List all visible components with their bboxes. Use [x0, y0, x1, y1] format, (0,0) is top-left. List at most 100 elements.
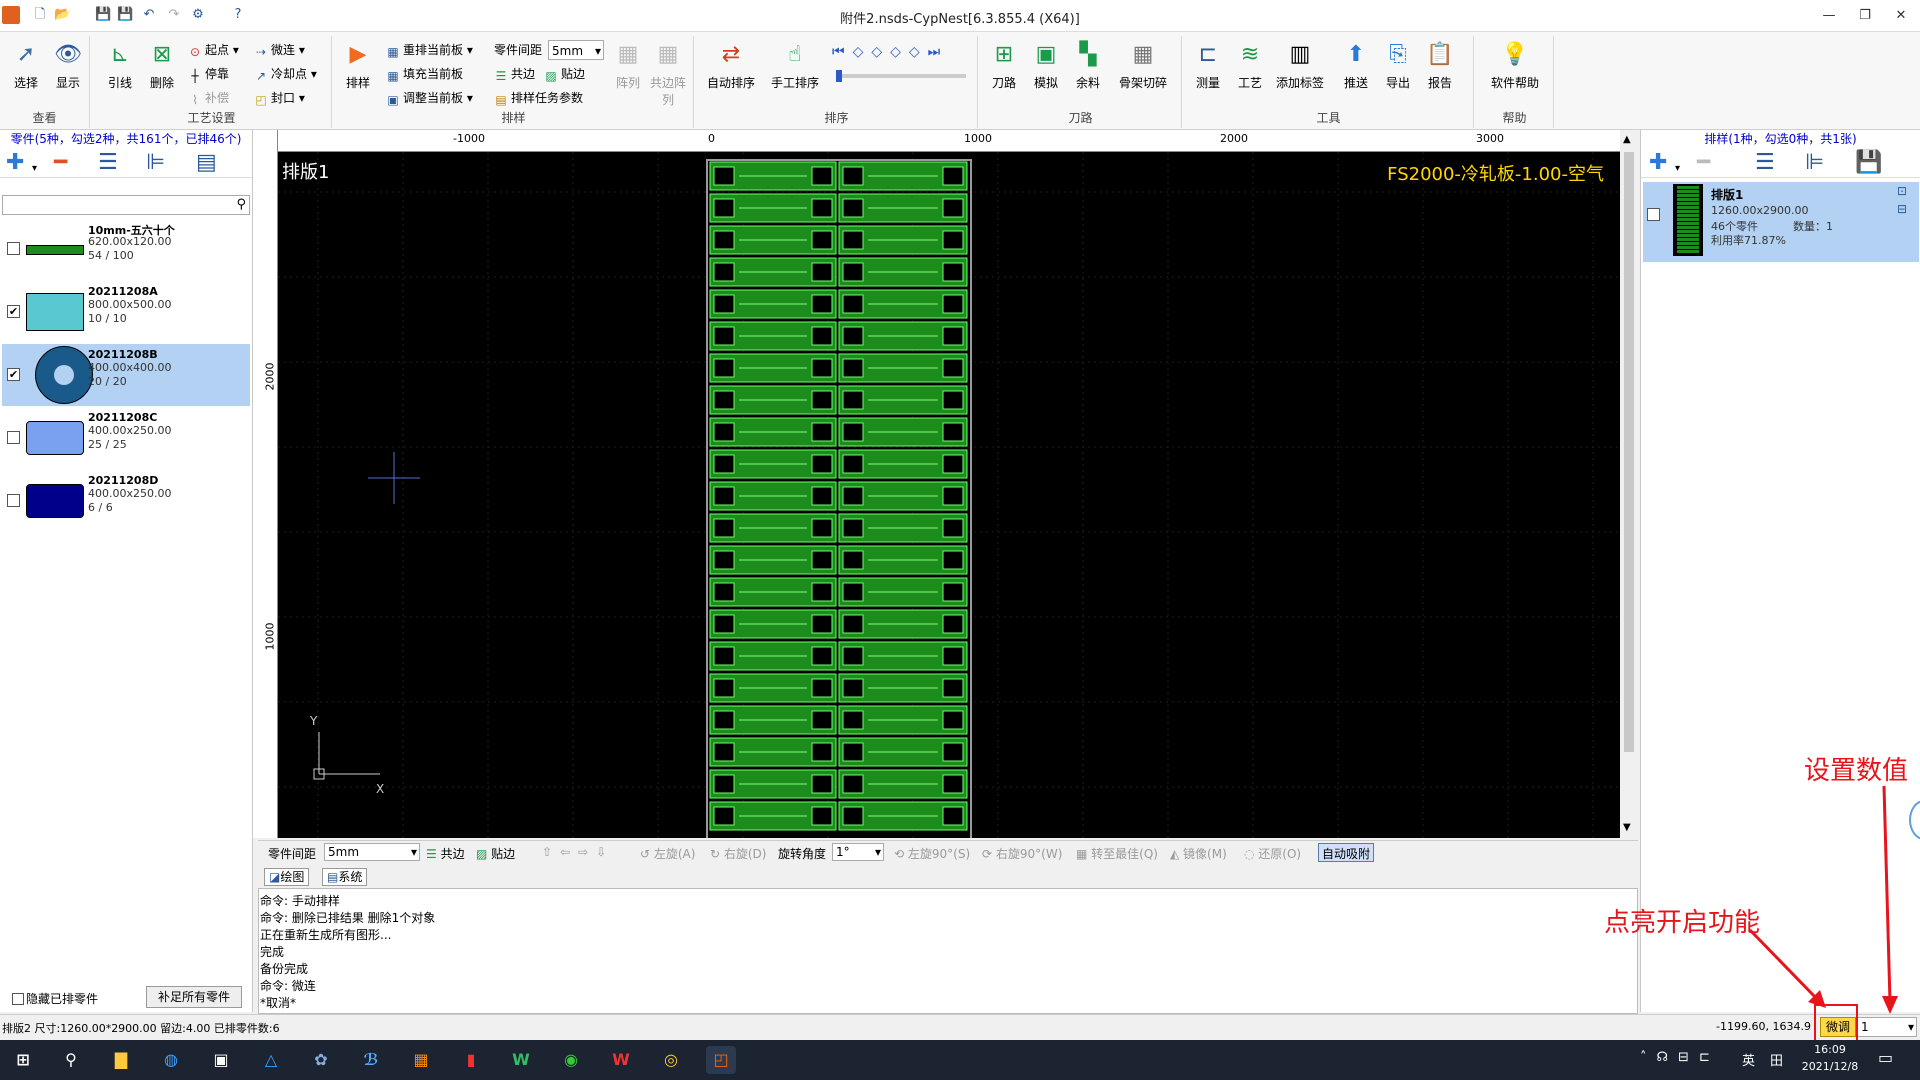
seal-button[interactable]: ◰ 封口 ▾ — [254, 88, 305, 108]
tab-draw[interactable]: ◪绘图 — [264, 868, 310, 886]
side-expand-handle[interactable] — [1909, 800, 1920, 840]
auto-sort-button[interactable]: ⇄ 自动排序 — [700, 40, 762, 91]
knife-path-button[interactable]: ⊞ 刀路 — [980, 40, 1028, 91]
move-arrows[interactable]: ⇧⇦⇨⇩ — [542, 845, 614, 859]
report-button[interactable]: 📋 报告 — [1416, 40, 1464, 91]
table-icon[interactable]: ▤ — [196, 152, 217, 174]
restore-button[interactable]: ❐ — [1845, 4, 1885, 28]
parts-search-input[interactable]: ⚲ — [2, 195, 250, 215]
chrome-icon[interactable]: ◎ — [656, 1046, 686, 1074]
tab-system[interactable]: ▤系统 — [322, 868, 368, 886]
sheet-item[interactable]: 排版1 1260.00x2900.00 46个零件 数量：1 利用率71.87%… — [1643, 182, 1919, 262]
windows-start-icon[interactable]: ⊞ — [8, 1046, 38, 1074]
cypnest-taskbar-icon[interactable]: ◰ — [706, 1046, 736, 1074]
stop-button[interactable]: ┼ 停靠 — [188, 64, 229, 84]
remove-sheet-icon[interactable]: ━ — [1697, 152, 1710, 174]
notification-icon[interactable]: ▭ — [1878, 1048, 1893, 1067]
soft-help-button[interactable]: 💡 软件帮助 — [1480, 40, 1550, 91]
select-button[interactable]: ➚ 选择 — [2, 40, 50, 91]
spacing-select[interactable]: 5mm ▾ — [324, 843, 420, 861]
display-button[interactable]: 👁 显示 — [44, 40, 92, 91]
measure-button[interactable]: ⊏ 测量 — [1184, 40, 1232, 91]
restore-button[interactable]: ◌ 还原(O) — [1244, 845, 1301, 862]
search-icon[interactable]: ⚲ — [236, 197, 246, 212]
list-view-icon[interactable]: ☰ — [98, 152, 118, 174]
canvas-scrollbar[interactable]: ▲ ▼ — [1620, 130, 1638, 838]
save-sheet-icon[interactable]: 💾 — [1855, 152, 1882, 174]
nesting-canvas[interactable]: 排版1 FS2000-冷轧板-1.00-空气 Y X — [278, 152, 1620, 838]
list-view-icon[interactable]: ☰ — [1755, 152, 1775, 174]
scroll-thumb[interactable] — [1624, 152, 1634, 752]
rotate-right-90-button[interactable]: ⟳ 右旋90°(W) — [982, 845, 1062, 862]
remnant-button[interactable]: ▚ 余料 — [1064, 40, 1112, 91]
fill-sheet-button[interactable]: ▦ 填充当前板 — [386, 64, 463, 84]
task-params-button[interactable]: ▤ 排样任务参数 — [494, 88, 583, 108]
common-edge-toggle[interactable]: ☰ 共边 — [494, 64, 535, 84]
renest-button[interactable]: ▦ 重排当前板 ▾ — [386, 40, 473, 60]
mirror-button[interactable]: ◭ 镜像(M) — [1170, 845, 1227, 862]
command-console[interactable]: 命令: 手动排样 命令: 删除已排结果 删除1个对象 正在重新生成所有图形...… — [258, 888, 1638, 1014]
sort-slider[interactable] — [836, 70, 966, 82]
lock-icon[interactable]: ⊡ — [1897, 184, 1907, 198]
app-icon[interactable]: ✿ — [306, 1046, 336, 1074]
browser-icon[interactable]: ◍ — [156, 1046, 186, 1074]
sort-icon[interactable]: ⊫ — [146, 152, 165, 174]
slider-handle[interactable] — [836, 70, 842, 82]
add-part-icon[interactable]: ✚ — [6, 152, 24, 174]
sort-nav-icons[interactable]: ⏮◇◇◇◇⏭ — [832, 44, 948, 60]
delete-button[interactable]: ⊠ 删除 — [138, 40, 186, 91]
ime-indicator[interactable]: 英 — [1742, 1050, 1755, 1069]
sort-icon[interactable]: ⊫ — [1805, 152, 1824, 174]
part-checkbox[interactable] — [7, 431, 20, 444]
fill-all-parts-button[interactable]: 补足所有零件 — [146, 986, 242, 1008]
rotate-best-button[interactable]: ▦ 转至最佳(Q) — [1076, 845, 1158, 862]
push-button[interactable]: ⬆ 推送 — [1332, 40, 1380, 91]
close-button[interactable]: ✕ — [1881, 4, 1920, 28]
wechat-icon[interactable]: ◉ — [556, 1046, 586, 1074]
remove-part-icon[interactable]: ━ — [54, 152, 67, 174]
clock-date[interactable]: 2021/12/8 — [1796, 1060, 1864, 1073]
app-icon[interactable]: ℬ — [356, 1046, 386, 1074]
wps-writer-icon[interactable]: W — [506, 1046, 536, 1074]
manual-sort-button[interactable]: ☝ 手工排序 — [764, 40, 826, 91]
hide-placed-checkbox[interactable]: 隐藏已排零件 — [12, 990, 98, 1007]
angle-select[interactable]: 1° ▾ — [832, 843, 884, 861]
lead-button[interactable]: ⊾ 引线 — [96, 40, 144, 91]
part-checkbox[interactable]: ✔ — [7, 368, 20, 381]
cooling-point-button[interactable]: ↗ 冷却点 ▾ — [254, 64, 317, 84]
part-checkbox[interactable] — [7, 494, 20, 507]
start-point-button[interactable]: ⊙ 起点 ▾ — [188, 40, 239, 60]
part-item[interactable]: 10mm-五六十个 620.00x120.00 54 / 100 — [2, 218, 250, 280]
part-item[interactable]: ✔ 20211208A 800.00x500.00 10 / 10 — [2, 281, 250, 343]
clock-time[interactable]: 16:09 — [1798, 1043, 1862, 1056]
common-array-button[interactable]: ▦ 共边阵列 — [646, 40, 690, 108]
edit-icon[interactable]: ⊟ — [1897, 202, 1907, 216]
app-icon[interactable]: ▦ — [406, 1046, 436, 1074]
chevron-down-icon[interactable]: ▾ — [32, 158, 37, 180]
scroll-up-icon[interactable]: ▲ — [1623, 134, 1631, 145]
app-icon[interactable]: △ — [256, 1046, 286, 1074]
part-checkbox[interactable]: ✔ — [7, 305, 20, 318]
fine-tune-value-select[interactable]: 1 ▾ — [1857, 1017, 1917, 1037]
simulate-button[interactable]: ▣ 模拟 — [1022, 40, 1070, 91]
compensation-button[interactable]: ⌇ 补偿 — [188, 88, 229, 108]
part-checkbox[interactable] — [7, 242, 20, 255]
stick-edge-toggle[interactable]: ▨ 贴边 — [544, 64, 585, 84]
sheet-checkbox[interactable] — [1647, 208, 1660, 221]
rotate-left-button[interactable]: ↺ 左旋(A) — [640, 845, 695, 862]
scroll-down-icon[interactable]: ▼ — [1623, 822, 1631, 833]
part-item[interactable]: ✔ 20211208B 400.00x400.00 20 / 20 — [2, 344, 250, 406]
ime-mode[interactable]: 田 — [1770, 1050, 1783, 1069]
part-item[interactable]: 20211208C 400.00x250.00 25 / 25 — [2, 407, 250, 469]
craft-button[interactable]: ≋ 工艺 — [1226, 40, 1274, 91]
wps-icon[interactable]: W — [606, 1046, 636, 1074]
rotate-left-90-button[interactable]: ⟲ 左旋90°(S) — [894, 845, 970, 862]
micro-joint-button[interactable]: ⇢ 微连 ▾ — [254, 40, 305, 60]
frame-cut-button[interactable]: ▦ 骨架切碎 — [1110, 40, 1176, 91]
search-icon[interactable]: ⚲ — [56, 1046, 86, 1074]
adjust-sheet-button[interactable]: ▣ 调整当前板 ▾ — [386, 88, 473, 108]
nest-button[interactable]: ▶ 排样 — [334, 40, 382, 91]
spacing-select[interactable]: 5mm ▾ — [548, 40, 604, 60]
array-button[interactable]: ▦ 阵列 — [604, 40, 652, 91]
export-button[interactable]: ⎘ 导出 — [1374, 40, 1422, 91]
